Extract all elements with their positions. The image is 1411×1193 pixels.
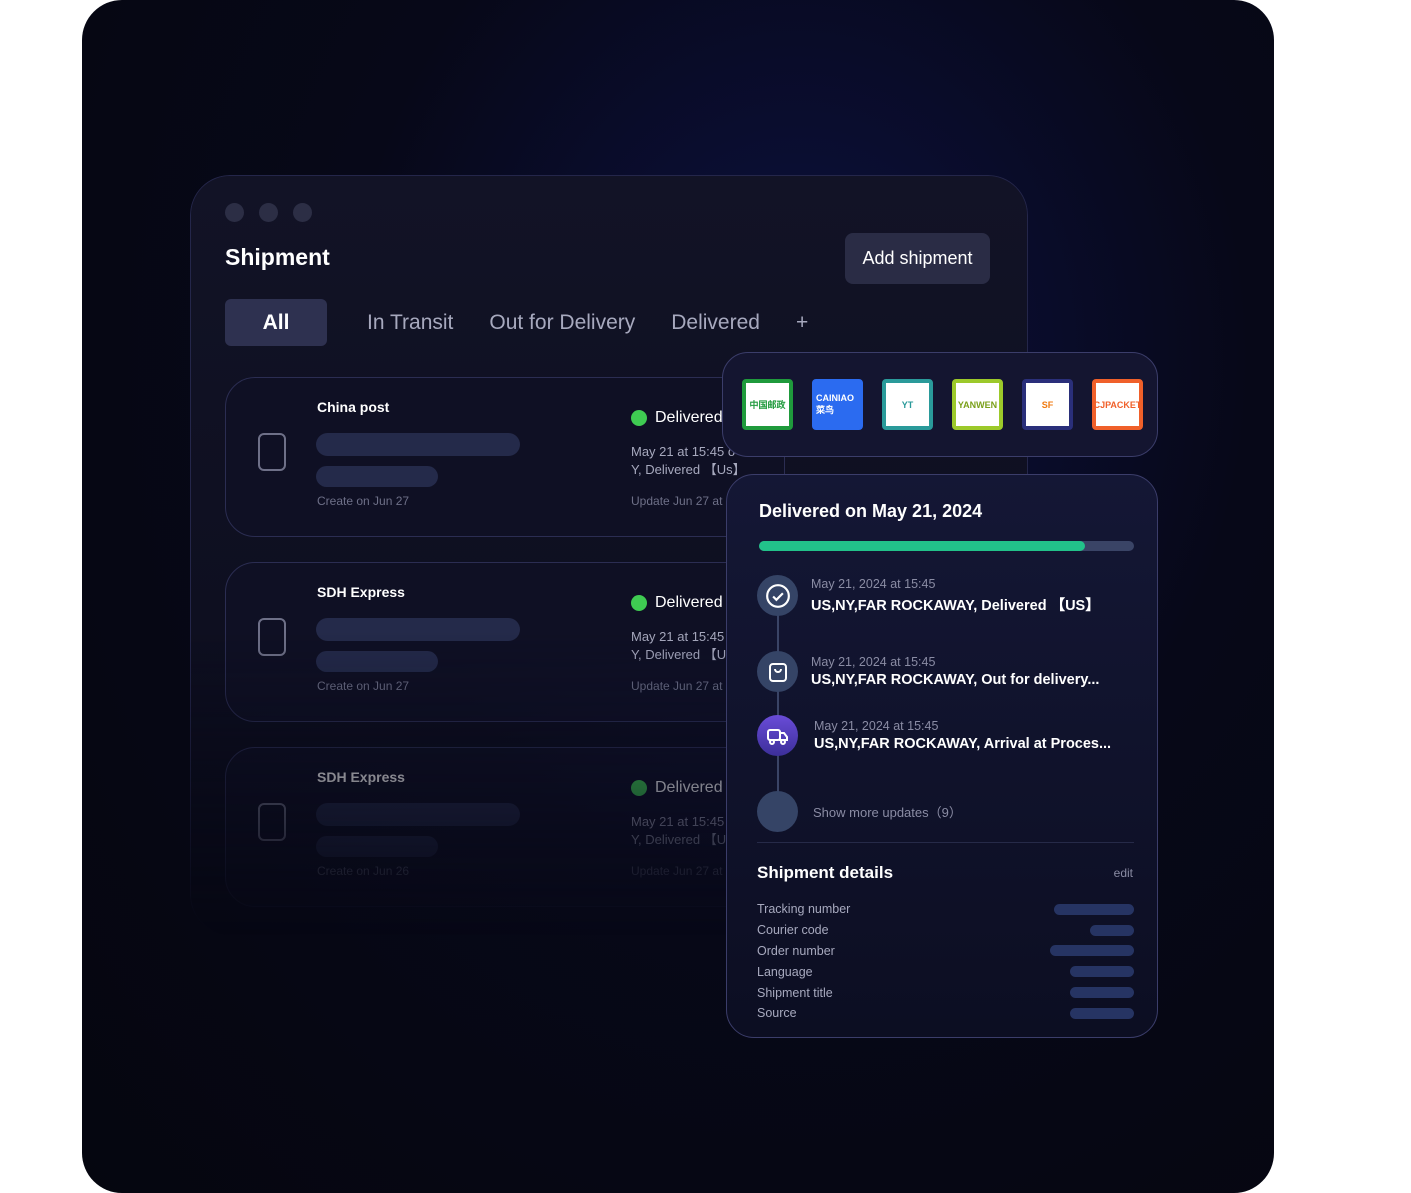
- event-line: Y, Delivered 【U: [631, 832, 727, 847]
- shipment-card[interactable]: China post Create on Jun 27 Delivered Ma…: [225, 377, 785, 537]
- value-placeholder: [1090, 924, 1134, 936]
- updated-date: Update Jun 27 at: [631, 494, 723, 508]
- checkbox[interactable]: [258, 433, 286, 471]
- field-label: Tracking number: [757, 902, 851, 917]
- tab-bar: All In Transit Out for Delivery Delivere…: [225, 299, 844, 346]
- checkbox[interactable]: [258, 618, 286, 656]
- more-dot-icon: [757, 791, 798, 832]
- timeline-line: [777, 595, 779, 795]
- placeholder-bar: [316, 618, 520, 641]
- detail-row: Source: [757, 1003, 1134, 1024]
- window-controls: [225, 203, 312, 222]
- timeline-event: May 21, 2024 at 15:45 US,NY,FAR ROCKAWAY,…: [757, 715, 1111, 756]
- value-placeholder: [1070, 1007, 1134, 1019]
- placeholder-bar: [316, 651, 438, 672]
- value-placeholder: [1070, 966, 1134, 978]
- detail-row: Shipment title: [757, 982, 1134, 1003]
- courier-logo[interactable]: SF: [1022, 379, 1073, 430]
- show-more-link[interactable]: Show more updates（9）: [813, 802, 962, 821]
- edit-link[interactable]: edit: [1114, 866, 1133, 880]
- field-label: Order number: [757, 943, 835, 958]
- event-text: US,NY,FAR ROCKAWAY, Delivered 【US】: [811, 597, 1100, 614]
- event-line: Y, Delivered 【U: [631, 647, 727, 662]
- status-label: Delivered: [655, 779, 723, 796]
- updated-date: Update Jun 27 at: [631, 679, 723, 693]
- checkbox[interactable]: [258, 803, 286, 841]
- window-dot[interactable]: [225, 203, 244, 222]
- field-label: Shipment title: [757, 985, 833, 1000]
- delivery-title: Delivered on May 21, 2024: [759, 501, 983, 521]
- latest-event: May 21 at 15:45 Y, Delivered 【U: [631, 813, 726, 849]
- progress-fill: [759, 541, 1086, 551]
- event-date: May 21, 2024 at 15:45: [814, 719, 939, 733]
- tab-all[interactable]: All: [225, 299, 327, 346]
- tab-out-for-delivery[interactable]: Out for Delivery: [489, 311, 635, 335]
- courier-name: SDH Express: [317, 769, 405, 785]
- event-date: May 21, 2024 at 15:45: [811, 655, 936, 669]
- courier-logo[interactable]: YT: [882, 379, 933, 430]
- timeline-event: May 21, 2024 at 15:45 US,NY,FAR ROCKAWAY,…: [757, 575, 1100, 616]
- window-dot[interactable]: [293, 203, 312, 222]
- event-text: US,NY,FAR ROCKAWAY, Out for delivery...: [811, 672, 1100, 688]
- add-tab-button[interactable]: +: [796, 311, 808, 335]
- created-date: Create on Jun 27: [317, 494, 410, 508]
- detail-row: Courier code: [757, 920, 1134, 941]
- event-date: May 21, 2024 at 15:45: [811, 576, 936, 591]
- field-label: Language: [757, 964, 813, 979]
- status-badge: Delivered: [631, 594, 723, 612]
- detail-row: Order number: [757, 941, 1134, 962]
- courier-name: SDH Express: [317, 584, 405, 600]
- divider: [757, 842, 1134, 843]
- value-placeholder: [1054, 903, 1134, 915]
- courier-logo-strip: 中国邮政 CAINIAO 菜鸟 YT YANWEN SF CJPACKET: [722, 352, 1158, 457]
- window-dot[interactable]: [259, 203, 278, 222]
- shipment-details-title: Shipment details: [757, 863, 894, 882]
- event-text: US,NY,FAR ROCKAWAY, Arrival at Proces...: [814, 736, 1112, 752]
- updated-date: Update Jun 27 at: [631, 864, 723, 878]
- status-dot-icon: [631, 595, 647, 611]
- tab-delivered[interactable]: Delivered: [671, 311, 760, 335]
- event-line: May 21 at 15:45: [631, 814, 725, 829]
- status-badge: Delivered: [631, 779, 723, 797]
- event-line: May 21 at 15:45: [631, 629, 725, 644]
- latest-event: May 21 at 15:45 Y, Delivered 【U: [631, 628, 726, 664]
- placeholder-bar: [316, 433, 520, 456]
- shipment-card[interactable]: SDH Express Create on Jun 27 Delivered M…: [225, 562, 785, 722]
- courier-logo[interactable]: YANWEN: [952, 379, 1003, 430]
- created-date: Create on Jun 27: [317, 679, 410, 693]
- detail-row: Tracking number: [757, 899, 1134, 920]
- status-dot-icon: [631, 780, 647, 796]
- detail-row: Language: [757, 961, 1134, 982]
- status-label: Delivered: [655, 409, 723, 426]
- shipment-card[interactable]: SDH Express Create on Jun 26 Delivered M…: [225, 747, 785, 907]
- delivery-progress-bar: [759, 541, 1134, 551]
- status-label: Delivered: [655, 594, 723, 611]
- courier-name: China post: [317, 399, 390, 415]
- event-line: Y, Delivered 【Us】: [631, 462, 746, 477]
- created-date: Create on Jun 26: [317, 864, 410, 878]
- status-dot-icon: [631, 410, 647, 426]
- shipment-detail-panel: Delivered on May 21, 2024 May 21, 2024 a…: [726, 474, 1158, 1038]
- value-placeholder: [1070, 987, 1134, 999]
- placeholder-bar: [316, 466, 438, 487]
- check-circle-icon: [757, 575, 798, 616]
- field-label: Source: [757, 1006, 797, 1021]
- courier-logo[interactable]: 中国邮政: [742, 379, 793, 430]
- field-label: Courier code: [757, 923, 829, 938]
- page-title: Shipment: [225, 244, 330, 270]
- courier-logo[interactable]: CJPACKET: [1092, 379, 1143, 430]
- tab-in-transit[interactable]: In Transit: [367, 311, 453, 335]
- timeline-event: May 21, 2024 at 15:45 US,NY,FAR ROCKAWAY,…: [757, 651, 1099, 692]
- value-placeholder: [1050, 945, 1134, 957]
- add-shipment-button[interactable]: Add shipment: [845, 233, 990, 284]
- courier-logo[interactable]: CAINIAO 菜鸟: [812, 379, 863, 430]
- shopping-bag-icon: [757, 651, 798, 692]
- placeholder-bar: [316, 836, 438, 857]
- show-more-updates[interactable]: Show more updates（9）: [757, 791, 962, 832]
- truck-icon: [757, 715, 798, 756]
- status-badge: Delivered: [631, 409, 723, 427]
- placeholder-bar: [316, 803, 520, 826]
